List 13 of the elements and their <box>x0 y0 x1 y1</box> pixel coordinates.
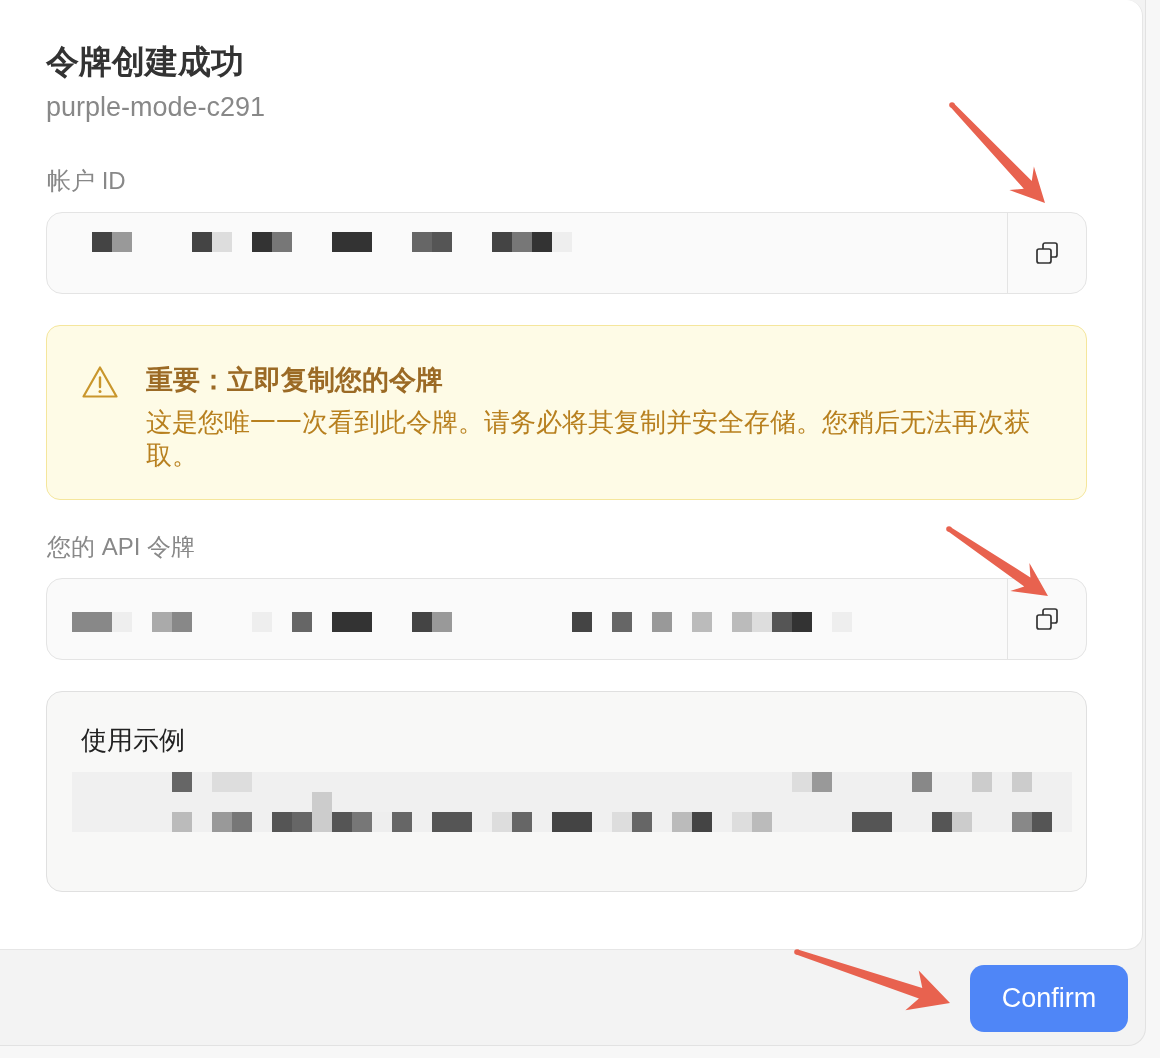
value-field[interactable] <box>46 578 1087 660</box>
token-name: purple-mode-c291 <box>46 91 267 123</box>
copy-icon <box>1036 608 1058 630</box>
value-field[interactable] <box>46 212 1087 294</box>
warning-message: 这是您唯一一次看到此令牌。请务必将其复制并安全存储。您稍后无法再次获取。 <box>146 407 1031 471</box>
warning-icon <box>82 366 118 398</box>
copy-icon <box>1036 242 1058 264</box>
dialog-title: 令牌创建成功 <box>46 42 245 82</box>
warning-title: 重要：立即复制您的令牌 <box>146 364 444 396</box>
confirm-button[interactable]: Confirm <box>970 965 1128 1032</box>
usage-example-title: 使用示例 <box>81 725 186 756</box>
field-label: 您的 API 令牌 <box>47 532 197 562</box>
field-label: 帐户 ID <box>47 166 127 196</box>
